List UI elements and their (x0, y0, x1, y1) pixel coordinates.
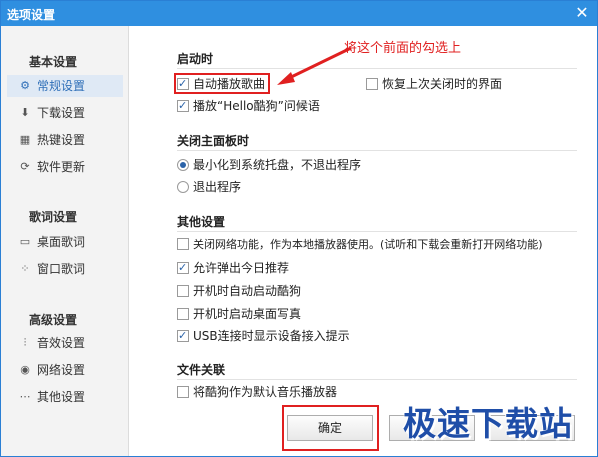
group-title-basic: 基本设置 (29, 55, 78, 69)
sidebar-item-update[interactable]: ⟳ 软件更新 (7, 156, 123, 178)
annotation-button-highlight (282, 405, 379, 451)
radio-unselected[interactable] (177, 181, 189, 193)
site-watermark: 极速下载站 (403, 404, 573, 443)
disable-network-label: 关闭网络功能，作为本地播放器使用。(试听和下载会重新打开网络功能) (193, 238, 543, 251)
window-lyrics-icon: ⁘ (20, 262, 30, 275)
daily-recommend-checkbox[interactable]: 允许弹出今日推荐 (177, 260, 289, 278)
desktop-photo-checkbox[interactable]: 开机时启动桌面写真 (177, 306, 301, 324)
group-title-lyrics: 歌词设置 (29, 210, 78, 224)
update-icon: ⟳ (20, 160, 30, 173)
keyboard-icon: ▦ (19, 133, 31, 146)
title-bar[interactable]: 选项设置 ✕ (1, 1, 597, 26)
sidebar-item-desktop-lyrics[interactable]: ▭ 桌面歌词 (7, 231, 123, 253)
sidebar-item-label: 音效设置 (37, 336, 86, 350)
minimize-radio[interactable]: 最小化到系统托盘，不退出程序 (177, 157, 361, 175)
annotation-text: 将这个前面的勾选上 (344, 41, 462, 56)
checkbox-unchecked[interactable] (366, 78, 378, 90)
exit-label: 退出程序 (193, 180, 242, 194)
sidebar-item-label: 常规设置 (37, 79, 86, 93)
divider (177, 379, 577, 380)
auto-start-label: 开机时自动启动酷狗 (193, 284, 302, 298)
divider (177, 68, 577, 69)
desktop-photo-label: 开机时启动桌面写真 (193, 307, 302, 321)
checkbox-unchecked[interactable] (177, 308, 189, 320)
radio-selected[interactable] (177, 159, 189, 171)
window-title: 选项设置 (7, 8, 56, 22)
close-icon[interactable]: ✕ (573, 4, 591, 22)
greeting-label: 播放“Hello酷狗”问候语 (193, 99, 320, 113)
sidebar-item-hotkey[interactable]: ▦ 热键设置 (7, 129, 123, 151)
restore-ui-label: 恢复上次关闭时的界面 (382, 77, 503, 91)
settings-panel: 启动时 自动播放歌曲 恢复上次关闭时的界面 播放“Hello酷狗”问候语 关闭主… (130, 26, 597, 456)
sidebar-item-label: 下载设置 (37, 106, 86, 120)
minimize-label: 最小化到系统托盘，不退出程序 (193, 158, 362, 172)
restore-ui-checkbox[interactable]: 恢复上次关闭时的界面 (366, 76, 502, 94)
checkbox-checked[interactable] (177, 98, 189, 114)
daily-recommend-label: 允许弹出今日推荐 (193, 261, 290, 275)
sidebar-item-label: 软件更新 (37, 160, 86, 174)
sidebar-item-general[interactable]: ⚙ 常规设置 (7, 75, 123, 97)
section-title-startup: 启动时 (177, 52, 214, 66)
greeting-checkbox[interactable]: 播放“Hello酷狗”问候语 (177, 98, 320, 116)
group-title-advanced: 高级设置 (29, 313, 78, 327)
divider (177, 150, 577, 151)
sidebar-item-download[interactable]: ⬇ 下载设置 (7, 102, 123, 124)
default-player-label: 将酷狗作为默认音乐播放器 (193, 385, 338, 399)
checkbox-checked[interactable] (177, 328, 189, 344)
sidebar-item-label: 网络设置 (37, 363, 86, 377)
annotation-arrow (277, 46, 352, 85)
network-icon: ◉ (20, 363, 30, 376)
default-player-checkbox[interactable]: 将酷狗作为默认音乐播放器 (177, 384, 337, 402)
usb-prompt-checkbox[interactable]: USB连接时显示设备接入提示 (177, 328, 350, 346)
auto-start-checkbox[interactable]: 开机时自动启动酷狗 (177, 283, 301, 301)
equalizer-icon: ⫶ (23, 336, 27, 349)
exit-radio[interactable]: 退出程序 (177, 179, 241, 197)
section-title-other: 其他设置 (177, 215, 226, 229)
checkbox-unchecked[interactable] (177, 238, 189, 250)
section-title-close-panel: 关闭主面板时 (177, 134, 250, 148)
annotation-highlight-box (174, 73, 270, 94)
sidebar-item-other[interactable]: ⋯ 其他设置 (7, 386, 123, 408)
divider (177, 231, 577, 232)
sidebar-item-label: 其他设置 (37, 390, 86, 404)
sidebar: 基本设置 ⚙ 常规设置 ⬇ 下载设置 ▦ 热键设置 ⟳ 软件更新 歌词设置 ▭ … (1, 26, 129, 456)
sidebar-item-window-lyrics[interactable]: ⁘ 窗口歌词 (7, 258, 123, 280)
sidebar-item-sound-effects[interactable]: ⫶ 音效设置 (7, 332, 123, 354)
sidebar-item-label: 桌面歌词 (37, 235, 86, 249)
sidebar-item-label: 热键设置 (37, 133, 86, 147)
desktop-lyrics-icon: ▭ (19, 235, 31, 248)
section-title-file-assoc: 文件关联 (177, 363, 226, 377)
checkbox-unchecked[interactable] (177, 386, 189, 398)
sidebar-item-label: 窗口歌词 (37, 262, 86, 276)
checkbox-checked[interactable] (177, 260, 189, 276)
gear-icon: ⚙ (20, 79, 30, 92)
more-icon: ⋯ (19, 390, 31, 403)
checkbox-unchecked[interactable] (177, 285, 189, 297)
sidebar-item-network[interactable]: ◉ 网络设置 (7, 359, 123, 381)
disable-network-checkbox[interactable]: 关闭网络功能，作为本地播放器使用。(试听和下载会重新打开网络功能) (177, 237, 543, 255)
options-dialog: 选项设置 ✕ 基本设置 ⚙ 常规设置 ⬇ 下载设置 ▦ 热键设置 ⟳ 软件更新 … (0, 0, 598, 457)
download-icon: ⬇ (20, 106, 30, 119)
usb-prompt-label: USB连接时显示设备接入提示 (193, 329, 350, 343)
